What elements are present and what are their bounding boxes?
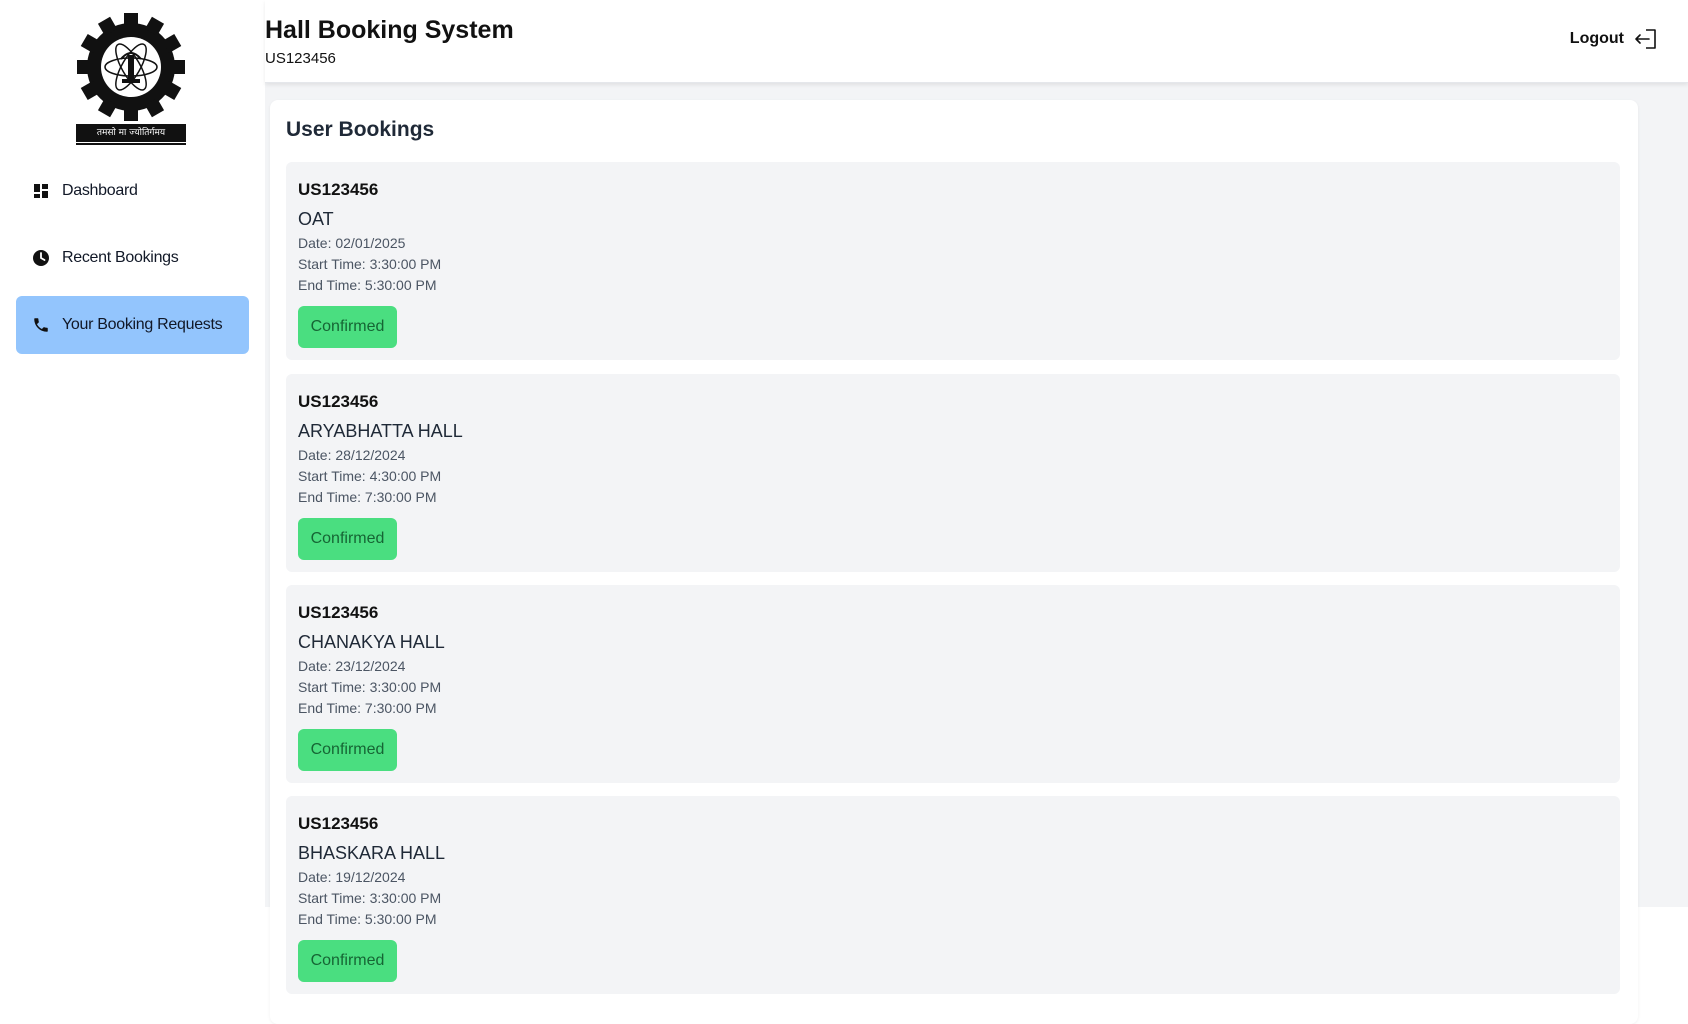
- logout-label: Logout: [1569, 30, 1624, 47]
- sidebar-item-dashboard[interactable]: Dashboard: [16, 162, 249, 220]
- booking-date: Date: 19/12/2024: [298, 869, 406, 885]
- clock-icon: [32, 249, 50, 267]
- status-badge: Confirmed: [298, 518, 397, 560]
- phone-icon: [32, 316, 50, 334]
- status-badge: Confirmed: [298, 729, 397, 771]
- logout-icon: [1635, 29, 1656, 49]
- booking-end-time: End Time: 5:30:00 PM: [298, 277, 437, 293]
- booking-hall-name: ARYABHATTA HALL: [298, 421, 463, 441]
- booking-date: Date: 02/01/2025: [298, 235, 406, 251]
- user-bookings-panel: User Bookings US123456 OAT Date: 02/01/2…: [270, 100, 1638, 1024]
- booking-start-time: Start Time: 4:30:00 PM: [298, 468, 442, 484]
- sidebar-item-label: Recent Bookings: [62, 249, 179, 266]
- booking-start-time: Start Time: 3:30:00 PM: [298, 679, 442, 695]
- booking-user-id: US123456: [298, 603, 379, 622]
- sidebar-item-label: Your Booking Requests: [62, 316, 223, 333]
- booking-start-time: Start Time: 3:30:00 PM: [298, 256, 442, 272]
- booking-end-time: End Time: 7:30:00 PM: [298, 489, 437, 505]
- sidebar: तमसो मा ज्योतिर्गमय Dashboard Recent Boo…: [0, 0, 265, 1024]
- app-root: तमसो मा ज्योतिर्गमय Dashboard Recent Boo…: [0, 0, 1688, 1024]
- booking-card: US123456 CHANAKYA HALL Date: 23/12/2024 …: [286, 585, 1620, 783]
- booking-card: US123456 OAT Date: 02/01/2025 Start Time…: [286, 162, 1620, 360]
- status-badge: Confirmed: [298, 940, 397, 982]
- booking-user-id: US123456: [298, 180, 379, 199]
- sidebar-item-label: Dashboard: [62, 182, 138, 199]
- booking-date: Date: 23/12/2024: [298, 658, 406, 674]
- booking-user-id: US123456: [298, 392, 379, 411]
- booking-end-time: End Time: 5:30:00 PM: [298, 911, 437, 927]
- logo-underline: [76, 143, 186, 145]
- top-header: Hall Booking System US123456 Logout: [265, 0, 1688, 83]
- booking-date: Date: 28/12/2024: [298, 447, 406, 463]
- logo-motto: तमसो मा ज्योतिर्गमय: [76, 124, 186, 142]
- booking-user-id: US123456: [298, 814, 379, 833]
- header-user-id: US123456: [265, 50, 336, 67]
- booking-hall-name: CHANAKYA HALL: [298, 632, 445, 652]
- page-title: Hall Booking System: [265, 16, 514, 44]
- booking-card: US123456 BHASKARA HALL Date: 19/12/2024 …: [286, 796, 1620, 994]
- institute-logo: तमसो मा ज्योतिर्गमय: [76, 12, 188, 145]
- booking-hall-name: BHASKARA HALL: [298, 843, 446, 863]
- booking-start-time: Start Time: 3:30:00 PM: [298, 890, 442, 906]
- dashboard-grid-icon: [32, 182, 50, 200]
- sidebar-item-recent-bookings[interactable]: Recent Bookings: [16, 229, 249, 287]
- sidebar-nav: Dashboard Recent Bookings Your Booking R…: [16, 162, 249, 363]
- gear-emblem-icon: [77, 13, 185, 121]
- booking-end-time: End Time: 7:30:00 PM: [298, 700, 437, 716]
- logout-button[interactable]: Logout: [1570, 28, 1658, 50]
- status-badge: Confirmed: [298, 306, 397, 348]
- booking-hall-name: OAT: [298, 209, 334, 229]
- booking-card: US123456 ARYABHATTA HALL Date: 28/12/202…: [286, 374, 1620, 572]
- section-title: User Bookings: [286, 118, 435, 141]
- sidebar-item-your-booking-requests[interactable]: Your Booking Requests: [16, 296, 249, 354]
